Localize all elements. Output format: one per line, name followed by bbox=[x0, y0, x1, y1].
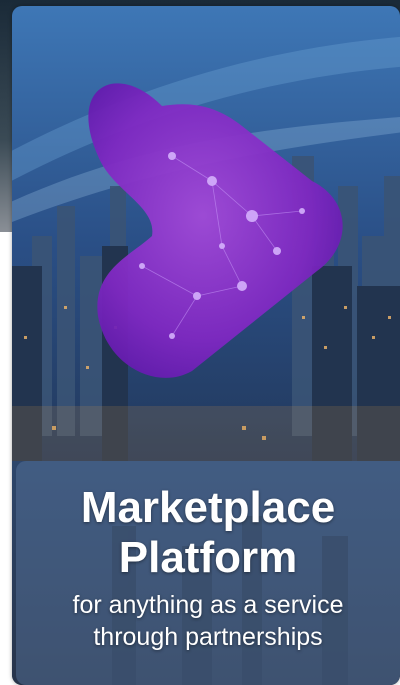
subtitle-line-1: for anything as a service bbox=[72, 591, 344, 619]
marketplace-card[interactable]: Marketplace Platform for anything as a s… bbox=[12, 6, 400, 685]
banner-subtitle: for anything as a service through partne… bbox=[16, 589, 400, 653]
banner-title: Marketplace Platform bbox=[16, 483, 400, 583]
title-line-2: Platform bbox=[118, 533, 298, 582]
title-line-1: Marketplace bbox=[80, 483, 336, 532]
subtitle-line-2: through partnerships bbox=[93, 623, 323, 651]
caption-panel: Marketplace Platform for anything as a s… bbox=[16, 461, 400, 685]
